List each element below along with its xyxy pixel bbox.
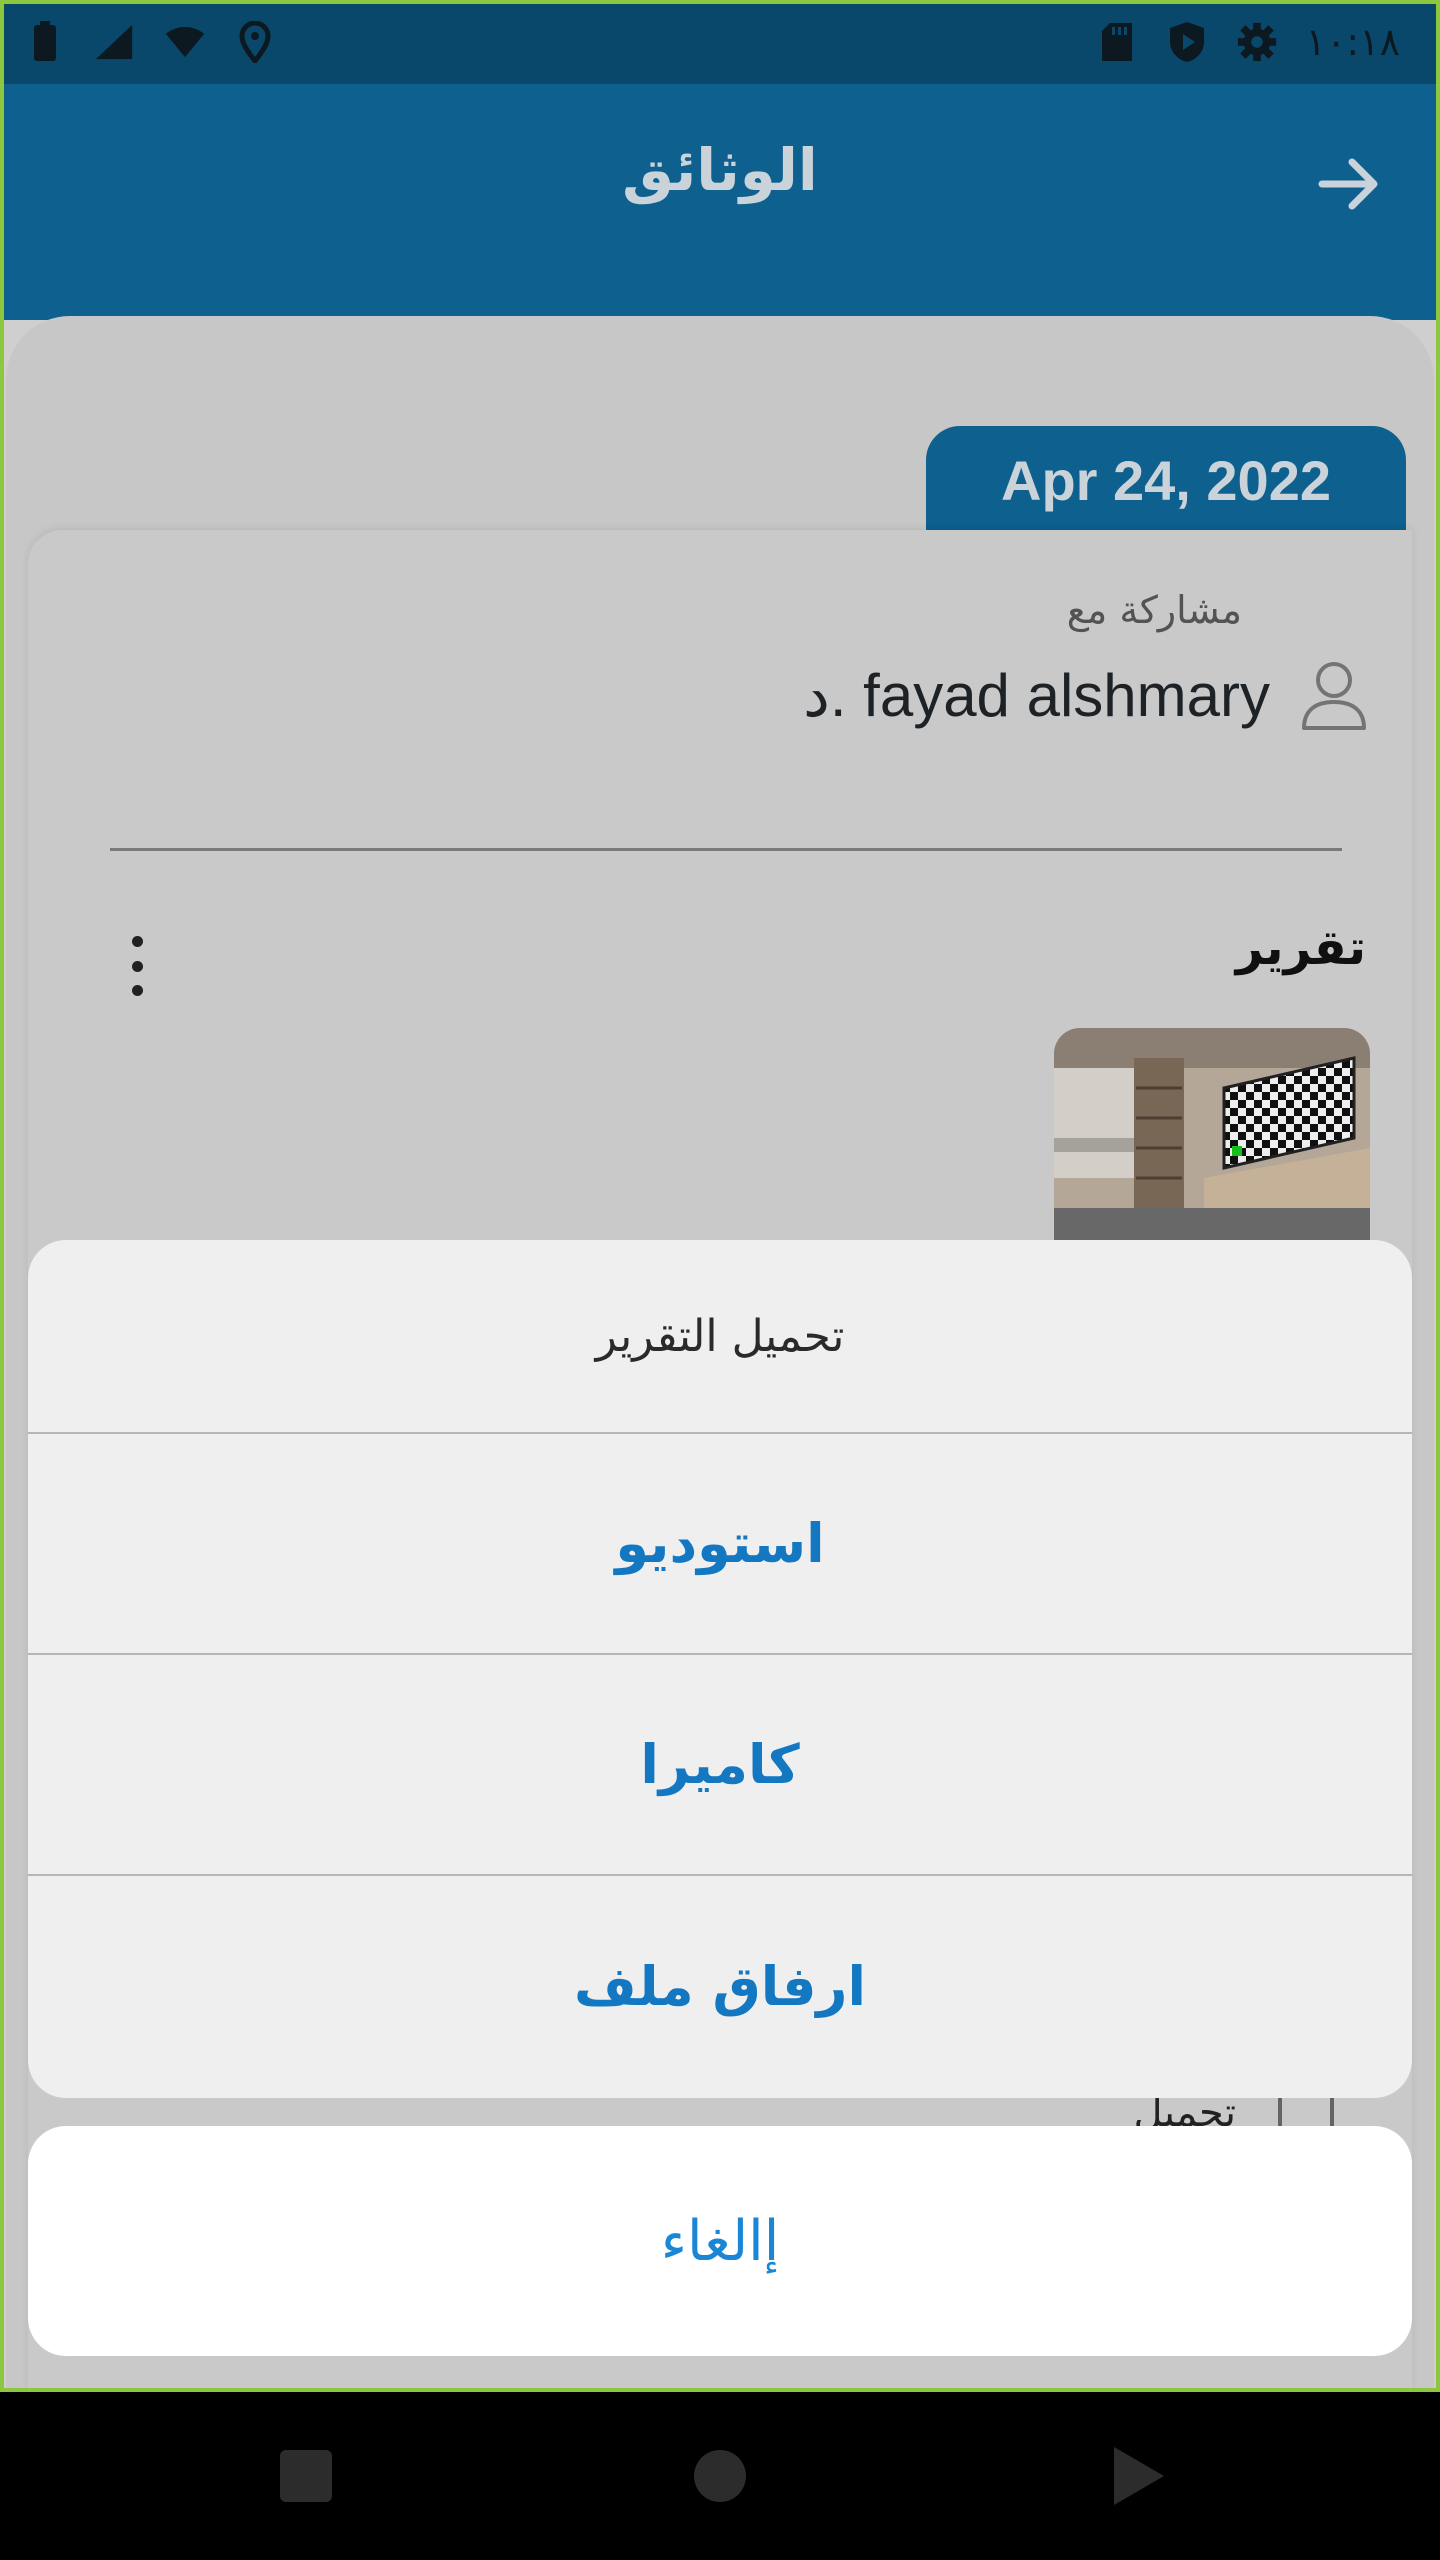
home-circle-icon: [694, 2450, 746, 2502]
option-attach-file[interactable]: ارفاق ملف: [28, 1876, 1412, 2097]
recents-button[interactable]: [266, 2436, 346, 2516]
option-gallery[interactable]: استوديو: [28, 1434, 1412, 1655]
option-camera[interactable]: كاميرا: [28, 1655, 1412, 1876]
recents-square-icon: [280, 2450, 332, 2502]
back-triangle-icon: [1114, 2447, 1164, 2505]
cancel-button[interactable]: إالغاء: [28, 2126, 1412, 2356]
home-button[interactable]: [680, 2436, 760, 2516]
action-sheet: تحميل التقرير استوديو كاميرا ارفاق ملف: [28, 1240, 1412, 2098]
action-sheet-title: تحميل التقرير: [28, 1240, 1412, 1434]
back-nav-button[interactable]: [1098, 2436, 1178, 2516]
system-nav-bar: [0, 2392, 1440, 2560]
